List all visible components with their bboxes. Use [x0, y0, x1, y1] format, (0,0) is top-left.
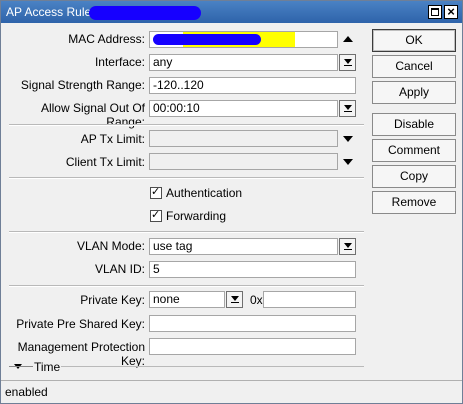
client-tx-limit-label: Client Tx Limit:: [65, 155, 145, 169]
interface-select[interactable]: any: [149, 54, 338, 71]
signal-strength-range-field[interactable]: -120..120: [149, 77, 356, 94]
copy-button[interactable]: Copy: [372, 165, 456, 188]
private-pre-shared-key-field[interactable]: [149, 315, 356, 332]
ap-tx-limit-field[interactable]: [149, 130, 338, 147]
separator: [9, 124, 364, 126]
separator: [9, 177, 364, 179]
status-bar: enabled: [1, 380, 462, 403]
forwarding-checkbox[interactable]: [150, 208, 162, 222]
private-key-label: Private Key:: [80, 293, 145, 307]
time-section-label[interactable]: Time: [34, 360, 60, 374]
hex-prefix: 0x: [250, 293, 263, 307]
authentication-label: Authentication: [166, 186, 243, 200]
allow-signal-out-of-range-field[interactable]: 00:00:10: [149, 100, 338, 117]
management-protection-key-field[interactable]: [149, 338, 356, 355]
authentication-checkbox[interactable]: [150, 185, 162, 199]
client-tx-limit-dropdown-icon[interactable]: [343, 159, 353, 165]
private-pre-shared-key-label: Private Pre Shared Key:: [16, 317, 145, 331]
vlan-id-field[interactable]: 5: [149, 261, 356, 278]
remove-button[interactable]: Remove: [372, 191, 456, 214]
close-button[interactable]: ×: [444, 5, 458, 19]
maximize-button[interactable]: [428, 5, 442, 19]
mac-address-label: MAC Address:: [68, 32, 145, 46]
cancel-button[interactable]: Cancel: [372, 55, 456, 78]
separator: [9, 231, 364, 233]
private-key-hex-field[interactable]: [263, 291, 356, 308]
vlan-mode-dropdown-icon[interactable]: [339, 238, 356, 255]
status-text: enabled: [5, 385, 48, 399]
title-bar[interactable]: AP Access Rule ×: [1, 1, 462, 23]
ap-tx-limit-dropdown-icon[interactable]: [343, 136, 353, 142]
section-line: [9, 366, 33, 367]
collapse-up-icon[interactable]: [343, 36, 353, 42]
management-protection-key-label: Management Protection Key:: [17, 340, 145, 368]
private-key-dropdown-icon[interactable]: [226, 291, 243, 308]
section-line: [61, 366, 364, 367]
client-tx-limit-field[interactable]: [149, 153, 338, 170]
signal-strength-range-label: Signal Strength Range:: [20, 78, 145, 92]
vlan-id-label: VLAN ID:: [94, 262, 145, 276]
private-key-select[interactable]: none: [149, 291, 225, 308]
allow-signal-dropdown-icon[interactable]: [339, 100, 356, 117]
ap-access-rule-window: AP Access Rule × MAC Address: Interface:…: [0, 0, 463, 404]
ok-button[interactable]: OK: [372, 29, 456, 52]
interface-dropdown-icon[interactable]: [339, 54, 356, 71]
forwarding-label: Forwarding: [166, 209, 227, 223]
vlan-mode-label: VLAN Mode:: [76, 239, 145, 253]
window-title: AP Access Rule: [6, 5, 92, 19]
ap-tx-limit-label: AP Tx Limit:: [80, 132, 145, 146]
redaction-mark: [89, 6, 201, 20]
disable-button[interactable]: Disable: [372, 113, 456, 136]
interface-label: Interface:: [94, 55, 145, 69]
redaction-mark: [153, 34, 261, 45]
separator: [9, 285, 364, 287]
vlan-mode-select[interactable]: use tag: [149, 238, 338, 255]
comment-button[interactable]: Comment: [372, 139, 456, 162]
apply-button[interactable]: Apply: [372, 81, 456, 104]
